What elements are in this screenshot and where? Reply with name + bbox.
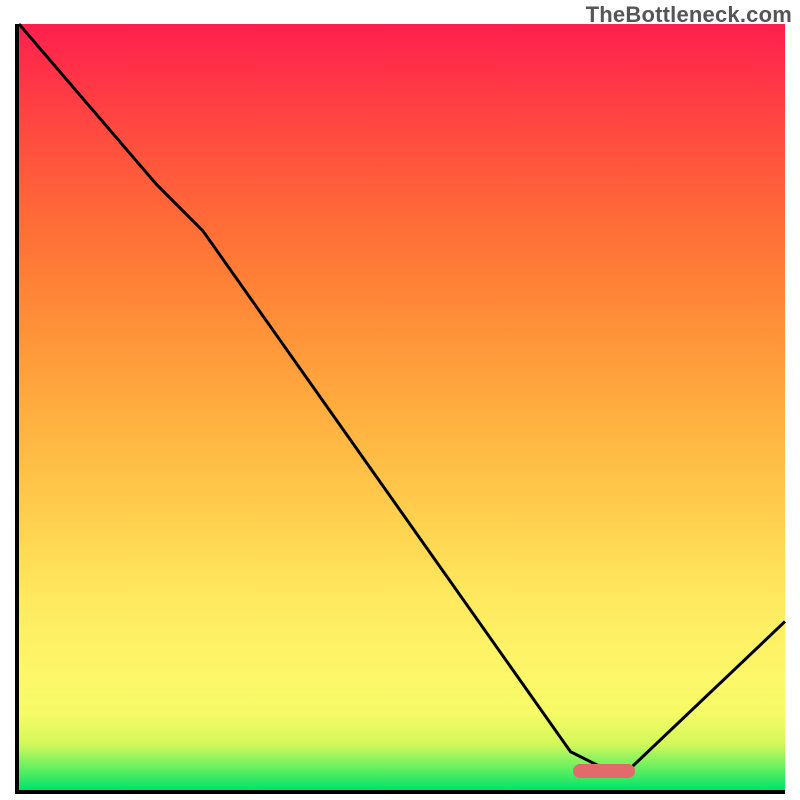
plot-area <box>15 24 785 794</box>
chart-curve <box>19 24 785 790</box>
optimal-marker <box>573 764 635 778</box>
chart-container: TheBottleneck.com <box>0 0 800 800</box>
